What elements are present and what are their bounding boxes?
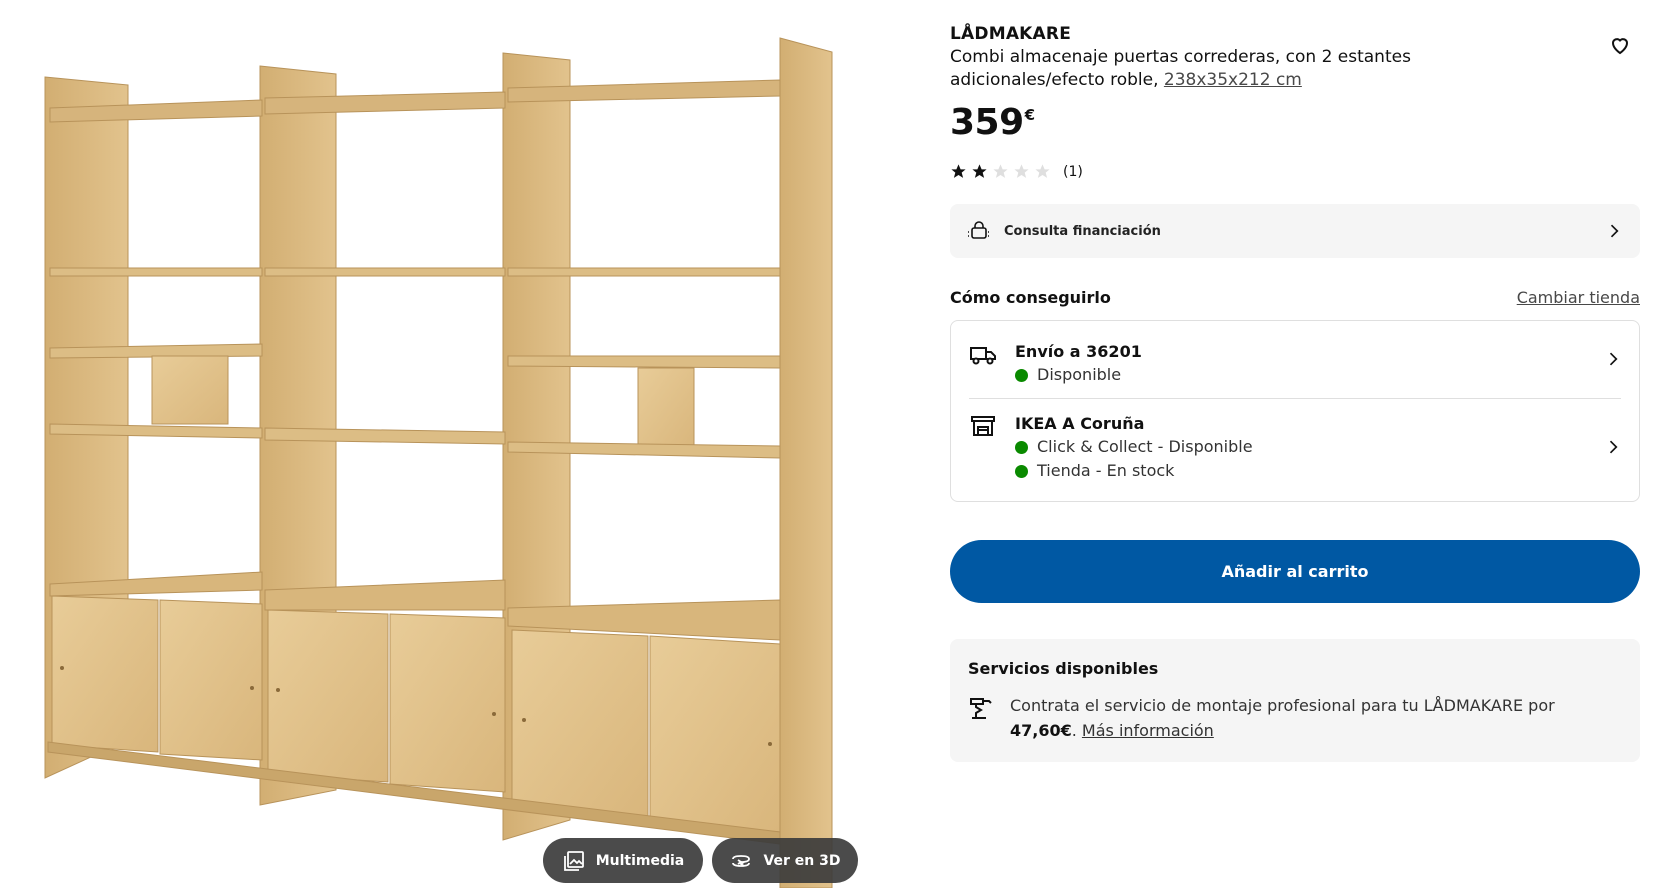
- product-dimensions-link[interactable]: 238x35x212 cm: [1164, 70, 1302, 90]
- favourite-button[interactable]: [1607, 33, 1633, 59]
- heart-icon: [1611, 38, 1629, 55]
- store-icon: [971, 416, 995, 436]
- rating[interactable]: (1): [950, 163, 1083, 180]
- chevron-right-icon: [1609, 352, 1618, 366]
- financing-label: Consulta financiación: [1004, 223, 1161, 239]
- delivery-option[interactable]: Envío a 36201 Disponible: [951, 321, 1639, 398]
- product-price: 359€: [950, 102, 1035, 143]
- click-collect-status: Click & Collect - Disponible: [1015, 435, 1253, 459]
- multimedia-button[interactable]: Multimedia: [543, 838, 703, 883]
- available-dot: [1015, 368, 1028, 382]
- services-title: Servicios disponibles: [968, 659, 1159, 678]
- available-dot: [1015, 440, 1028, 454]
- star-icon: [1014, 164, 1029, 178]
- financing-icon: [968, 221, 990, 239]
- store-stock-status: Tienda - En stock: [1015, 459, 1253, 483]
- star-icon: [993, 164, 1008, 178]
- services-price: 47,60€: [1010, 721, 1072, 740]
- financing-row[interactable]: Consulta financiación: [950, 204, 1640, 258]
- services-text-prefix: Contrata el servicio de montaje profesio…: [1010, 696, 1555, 715]
- star-icon: [1035, 164, 1050, 178]
- add-to-cart-button[interactable]: Añadir al carrito: [950, 540, 1640, 603]
- delivery-title: Envío a 36201: [1015, 342, 1142, 361]
- delivery-status-text: Disponible: [1037, 365, 1122, 384]
- rotate-3d-icon: [732, 854, 751, 867]
- store-stock-text: Tienda - En stock: [1037, 461, 1175, 480]
- product-info-panel: LÅDMAKARE Combi almacenaje puertas corre…: [950, 0, 1640, 888]
- product-image[interactable]: [0, 0, 880, 888]
- star-icon: [951, 164, 966, 178]
- chevron-right-icon: [1609, 440, 1618, 454]
- view-3d-button[interactable]: Ver en 3D: [712, 838, 858, 883]
- store-option[interactable]: IKEA A Coruña Click & Collect - Disponib…: [951, 399, 1639, 503]
- review-count: (1): [1063, 163, 1083, 180]
- services-text-suffix: .: [1071, 721, 1082, 740]
- delivery-status: Disponible: [1015, 363, 1142, 387]
- product-media: Multimedia Ver en 3D: [0, 0, 880, 888]
- click-collect-text: Click & Collect - Disponible: [1037, 437, 1253, 456]
- product-description: Combi almacenaje puertas correderas, con…: [950, 46, 1560, 92]
- availability-box: Envío a 36201 Disponible IKEA A Coruña C…: [950, 320, 1640, 502]
- store-title: IKEA A Coruña: [1015, 414, 1145, 433]
- services-panel: Servicios disponibles Contrata el servic…: [950, 639, 1640, 762]
- available-dot: [1015, 464, 1028, 478]
- change-store-link[interactable]: Cambiar tienda: [1517, 288, 1640, 307]
- price-value: 359: [950, 102, 1024, 143]
- product-name: LÅDMAKARE: [950, 24, 1072, 44]
- availability-title: Cómo conseguirlo: [950, 288, 1111, 307]
- chevron-right-icon: [1610, 224, 1619, 238]
- services-description: Contrata el servicio de montaje profesio…: [1010, 693, 1620, 743]
- assembly-icon: [970, 698, 992, 719]
- gallery-icon: [563, 850, 584, 871]
- star-icon: [972, 164, 987, 178]
- view-3d-label: Ver en 3D: [763, 852, 841, 869]
- truck-icon: [970, 347, 996, 365]
- more-info-link[interactable]: Más información: [1082, 721, 1214, 740]
- multimedia-label: Multimedia: [595, 852, 685, 869]
- price-currency: €: [1024, 106, 1035, 124]
